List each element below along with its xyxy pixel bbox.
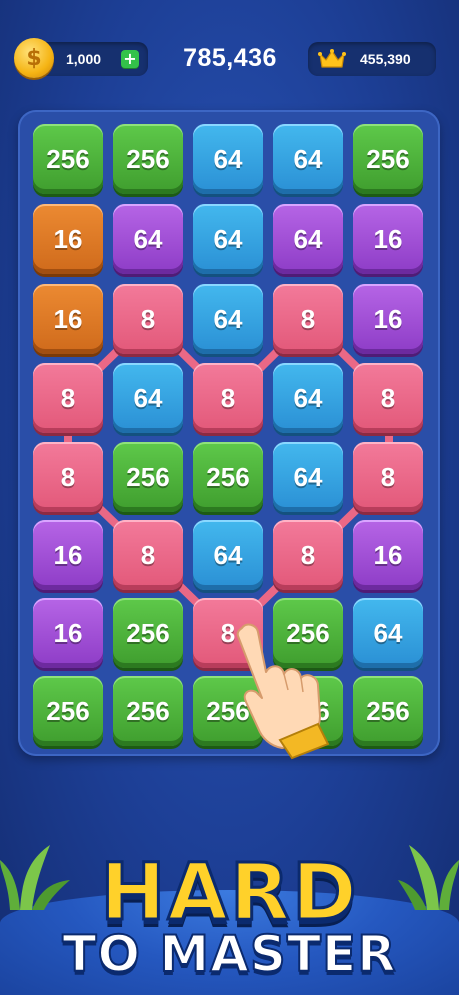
tile-r5-c2[interactable]: 64 [193, 520, 263, 590]
tile-value: 8 [60, 382, 76, 413]
tile-r5-c1[interactable]: 8 [113, 520, 183, 590]
tile-r0-c3[interactable]: 64 [273, 124, 343, 194]
tile-r7-c1[interactable]: 256 [113, 676, 183, 746]
tile-value: 256 [206, 461, 250, 492]
tile-r1-c0[interactable]: 16 [33, 204, 103, 274]
tile-value: 16 [53, 303, 83, 334]
tile-value: 8 [220, 382, 236, 413]
tile-r4-c4[interactable]: 8 [353, 442, 423, 512]
tile-r2-c0[interactable]: 16 [33, 284, 103, 354]
tile-value: 16 [373, 223, 403, 254]
tile-r3-c2[interactable]: 8 [193, 363, 263, 433]
crown-icon [318, 49, 346, 68]
tile-value: 64 [133, 223, 163, 254]
current-score: 785,436 [183, 44, 277, 72]
tile-r4-c3[interactable]: 64 [273, 442, 343, 512]
tile-value: 64 [213, 303, 243, 334]
tile-r6-c4[interactable]: 64 [353, 598, 423, 668]
tile-r3-c0[interactable]: 8 [33, 363, 103, 433]
coin-symbol: $ [26, 45, 42, 71]
tile-r6-c1[interactable]: 256 [113, 598, 183, 668]
tile-value: 16 [53, 539, 83, 570]
tile-r0-c1[interactable]: 256 [113, 124, 183, 194]
tile-r2-c1[interactable]: 8 [113, 284, 183, 354]
tile-value: 256 [46, 695, 90, 726]
tile-r2-c4[interactable]: 16 [353, 284, 423, 354]
tile-value: 64 [293, 143, 323, 174]
tile-r6-c0[interactable]: 16 [33, 598, 103, 668]
tile-r1-c1[interactable]: 64 [113, 204, 183, 274]
add-coins-button[interactable]: + [121, 50, 139, 68]
tile-value: 64 [293, 461, 323, 492]
pointing-hand-icon [236, 623, 330, 760]
tile-value: 64 [213, 223, 243, 254]
tile-value: 64 [133, 382, 163, 413]
tile-r7-c0[interactable]: 256 [33, 676, 103, 746]
banner-title-to-master: TO MASTER [61, 924, 397, 984]
coin-icon: $ [14, 38, 54, 78]
tile-r4-c2[interactable]: 256 [193, 442, 263, 512]
coin-value: 1,000 [66, 51, 102, 67]
tile-value: 256 [126, 461, 170, 492]
tile-value: 8 [140, 303, 156, 334]
tile-r5-c3[interactable]: 8 [273, 520, 343, 590]
tile-r3-c4[interactable]: 8 [353, 363, 423, 433]
tile-value: 64 [213, 143, 243, 174]
tile-value: 8 [380, 461, 396, 492]
tile-r1-c3[interactable]: 64 [273, 204, 343, 274]
tile-value: 8 [60, 461, 76, 492]
tile-value: 16 [373, 539, 403, 570]
tile-r1-c2[interactable]: 64 [193, 204, 263, 274]
tile-r0-c2[interactable]: 64 [193, 124, 263, 194]
tile-value: 256 [46, 143, 90, 174]
tile-r3-c3[interactable]: 64 [273, 363, 343, 433]
tile-value: 8 [140, 539, 156, 570]
tile-value: 8 [300, 539, 316, 570]
tile-value: 8 [380, 382, 396, 413]
tile-value: 64 [373, 617, 403, 648]
tile-value: 64 [293, 382, 323, 413]
tile-r5-c4[interactable]: 16 [353, 520, 423, 590]
tile-value: 16 [373, 303, 403, 334]
tile-r7-c4[interactable]: 256 [353, 676, 423, 746]
tile-value: 256 [126, 695, 170, 726]
tile-r1-c4[interactable]: 16 [353, 204, 423, 274]
tile-r2-c2[interactable]: 64 [193, 284, 263, 354]
tile-value: 16 [53, 223, 83, 254]
tile-r4-c1[interactable]: 256 [113, 442, 183, 512]
tile-value: 64 [213, 539, 243, 570]
tile-value: 256 [126, 617, 170, 648]
tile-r0-c0[interactable]: 256 [33, 124, 103, 194]
tile-r3-c1[interactable]: 64 [113, 363, 183, 433]
tile-value: 256 [126, 143, 170, 174]
tile-r2-c3[interactable]: 8 [273, 284, 343, 354]
tile-value: 64 [293, 223, 323, 254]
best-score-value: 455,390 [360, 51, 411, 67]
tile-value: 256 [366, 143, 410, 174]
tile-r4-c0[interactable]: 8 [33, 442, 103, 512]
tile-r5-c0[interactable]: 16 [33, 520, 103, 590]
tile-value: 256 [366, 695, 410, 726]
tile-r0-c4[interactable]: 256 [353, 124, 423, 194]
tile-value: 16 [53, 617, 83, 648]
tile-value: 8 [300, 303, 316, 334]
